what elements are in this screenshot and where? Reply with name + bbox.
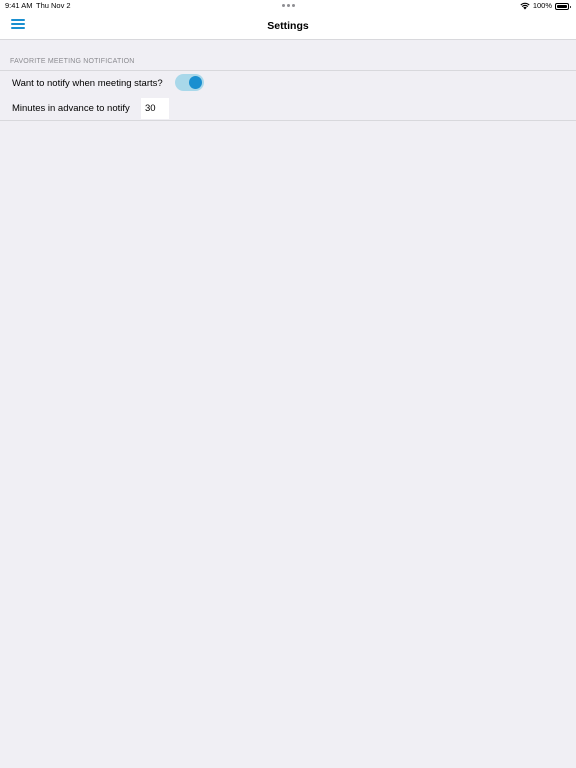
notify-toggle-label: Want to notify when meeting starts? [12,78,163,89]
minutes-advance-input[interactable] [141,98,169,119]
multitasking-dots-icon[interactable] [282,4,295,8]
minutes-advance-row: Minutes in advance to notify [0,96,576,121]
minutes-advance-label: Minutes in advance to notify [12,103,130,114]
status-date: Thu Nov 2 [36,1,71,10]
toggle-knob [189,76,202,89]
status-bar: 9:41 AM Thu Nov 2 100% [0,0,576,12]
status-time: 9:41 AM [5,1,33,10]
settings-section: Want to notify when meeting starts? Minu… [0,70,576,121]
section-header: FAVORITE MEETING NOTIFICATION [10,58,135,65]
page-title: Settings [267,20,309,32]
battery-percentage: 100% [532,1,552,10]
battery-icon [555,2,571,10]
notify-toggle-row: Want to notify when meeting starts? [0,71,576,96]
notify-toggle-switch[interactable] [175,74,204,91]
navigation-bar: Settings [0,12,576,40]
wifi-icon [520,2,530,10]
status-right: 100% [520,0,571,12]
